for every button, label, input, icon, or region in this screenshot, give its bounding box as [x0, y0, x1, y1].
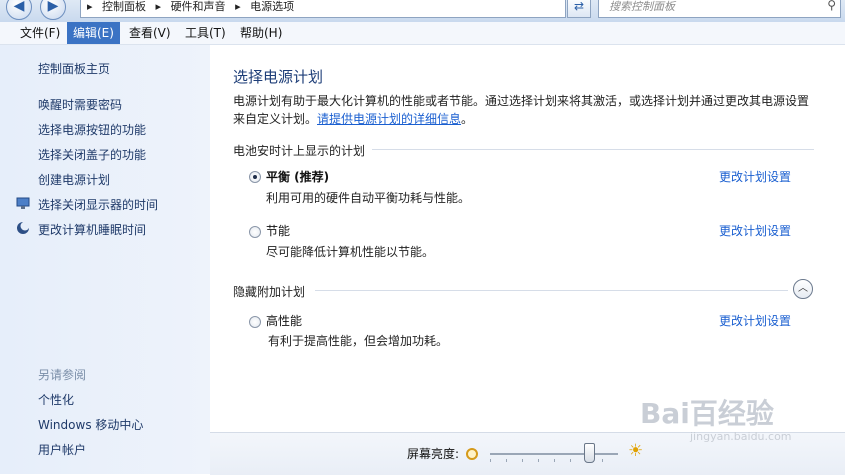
see-also-user-accounts[interactable]: 用户帐户	[38, 441, 86, 458]
breadcrumb-separator-icon: ▸	[155, 0, 162, 13]
watermark-logo: Bai百经验	[640, 397, 774, 430]
brightness-slider-ticks	[490, 459, 618, 462]
plan-name-high-performance[interactable]: 高性能	[266, 312, 302, 329]
collapse-chevron-icon[interactable]: ︿	[793, 279, 813, 299]
plan-desc-high-performance: 有利于提高性能，但会增加功耗。	[268, 334, 449, 348]
dim-brightness-icon	[466, 448, 478, 460]
plan-radio-balanced[interactable]	[249, 171, 261, 183]
search-icon[interactable]: ⚲	[827, 0, 836, 12]
menu-help[interactable]: 帮助(H)	[234, 22, 288, 44]
menu-view[interactable]: 查看(V)	[123, 22, 177, 44]
page-title: 选择电源计划	[233, 68, 324, 86]
section-divider	[372, 149, 814, 150]
section-battery-plans: 电池安时计上显示的计划	[233, 144, 366, 158]
plan-desc-balanced: 利用可用的硬件自动平衡功耗与性能。	[266, 191, 471, 205]
plan-desc-power-saver: 尽可能降低计算机性能以节能。	[266, 245, 435, 259]
watermark-url: jingyan.baidu.com	[690, 430, 792, 443]
menu-tools[interactable]: 工具(T)	[179, 22, 232, 44]
change-plan-high-performance-link[interactable]: 更改计划设置	[719, 312, 791, 329]
address-bar: ◀ ▶ ▸ 控制面板 ▸ 硬件和声音 ▸ 电源选项 ▼ ⇄ ⚲	[0, 0, 845, 22]
breadcrumb: ▸ 控制面板 ▸ 硬件和声音 ▸ 电源选项	[87, 0, 300, 14]
main-content: 选择电源计划 电源计划有助于最大化计算机的性能或者节能。通过选择计划来将其激活，…	[210, 45, 845, 432]
brightness-slider-track[interactable]	[490, 453, 618, 455]
plan-details-link[interactable]: 请提供电源计划的详细信息	[317, 112, 461, 126]
description-period: 。	[461, 112, 474, 126]
forward-button[interactable]: ▶	[40, 0, 66, 20]
plan-radio-high-performance[interactable]	[249, 316, 261, 328]
breadcrumb-separator-icon: ▸	[87, 0, 93, 13]
menu-file[interactable]: 文件(F)	[14, 22, 66, 44]
sidebar: 控制面板主页 唤醒时需要密码 选择电源按钮的功能 选择关闭盖子的功能 创建电源计…	[0, 45, 210, 474]
change-plan-power-saver-link[interactable]: 更改计划设置	[719, 222, 791, 239]
section-hidden-plans[interactable]: 隐藏附加计划	[233, 283, 305, 300]
sidebar-link-sleep-time[interactable]: 更改计算机睡眠时间	[38, 221, 146, 238]
sidebar-link-create-plan[interactable]: 创建电源计划	[38, 171, 110, 188]
plan-name-power-saver[interactable]: 节能	[266, 222, 290, 239]
breadcrumb-item[interactable]: 控制面板	[102, 0, 146, 13]
menu-edit[interactable]: 编辑(E)	[67, 22, 120, 44]
see-also-personalize[interactable]: 个性化	[38, 391, 74, 408]
page-description: 电源计划有助于最大化计算机的性能或者节能。通过选择计划来将其激活，或选择计划并通…	[233, 92, 818, 128]
refresh-button[interactable]: ⇄	[567, 0, 591, 18]
breadcrumb-item[interactable]: 硬件和声音	[171, 0, 226, 13]
sidebar-link-wake-password[interactable]: 唤醒时需要密码	[38, 96, 122, 113]
see-also-heading: 另请参阅	[38, 368, 87, 382]
search-input[interactable]	[607, 0, 816, 14]
breadcrumb-separator-icon: ▸	[235, 0, 241, 13]
change-plan-balanced-link[interactable]: 更改计划设置	[719, 168, 791, 185]
plan-name-balanced[interactable]: 平衡 (推荐)	[266, 168, 329, 185]
brightness-slider-thumb[interactable]	[584, 443, 595, 463]
monitor-icon	[16, 197, 30, 209]
plan-radio-power-saver[interactable]	[249, 226, 261, 238]
see-also-mobility-center[interactable]: Windows 移动中心	[38, 416, 143, 433]
address-box[interactable]: ▸ 控制面板 ▸ 硬件和声音 ▸ 电源选项 ▼	[80, 0, 636, 18]
brightness-label: 屏幕亮度:	[407, 447, 460, 461]
section-divider	[315, 290, 788, 291]
sidebar-link-display-off[interactable]: 选择关闭显示器的时间	[38, 196, 158, 213]
sidebar-link-power-button[interactable]: 选择电源按钮的功能	[38, 121, 146, 138]
bright-brightness-icon: ☀	[628, 441, 644, 461]
back-button[interactable]: ◀	[6, 0, 32, 20]
sidebar-link-home[interactable]: 控制面板主页	[38, 60, 110, 77]
moon-icon	[17, 221, 30, 234]
sidebar-link-lid[interactable]: 选择关闭盖子的功能	[38, 146, 146, 163]
search-box[interactable]: ⚲	[598, 0, 841, 18]
breadcrumb-item[interactable]: 电源选项	[250, 0, 294, 13]
menu-bar: 文件(F) 编辑(E) 查看(V) 工具(T) 帮助(H)	[0, 22, 845, 45]
